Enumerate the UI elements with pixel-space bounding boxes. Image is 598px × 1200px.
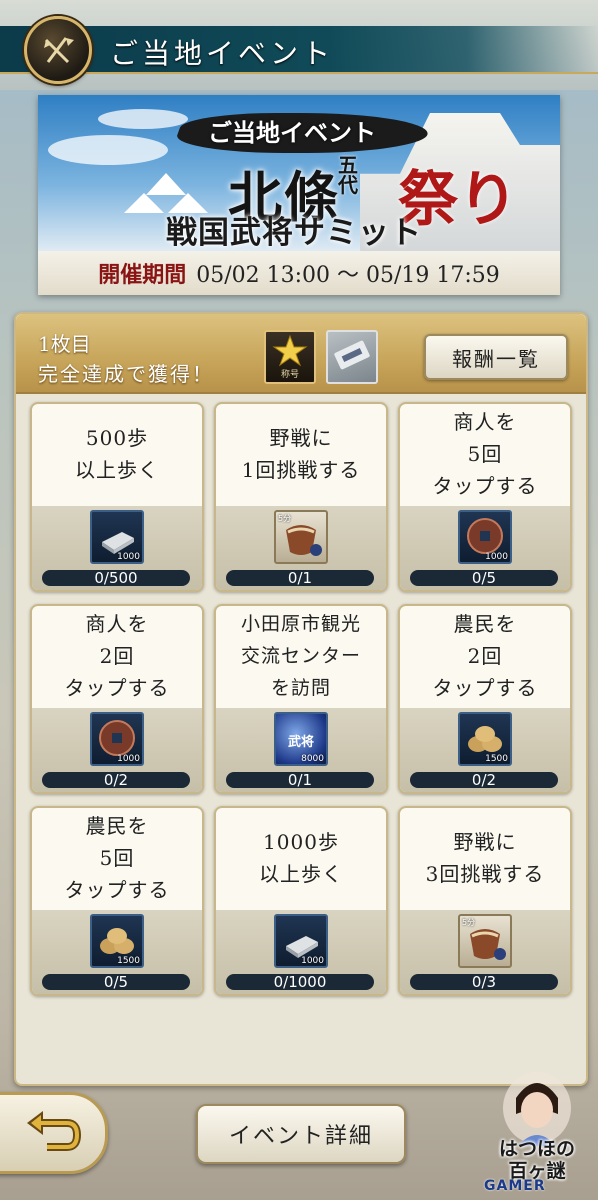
rice-bales-icon: 1500 xyxy=(90,914,144,968)
mission-progress: 0/1 xyxy=(226,772,374,788)
mission-card[interactable]: 商人を 5回 タップする 1000 0/5 xyxy=(398,402,572,592)
coin-icon: 1000 xyxy=(90,712,144,766)
mission-card[interactable]: 500歩 以上歩く 1000 0/500 xyxy=(30,402,204,592)
mission-progress: 0/2 xyxy=(42,772,190,788)
banner-subtitle: ご当地イベント xyxy=(208,118,376,147)
title-badge[interactable]: 称号 xyxy=(264,330,316,384)
mission-progress: 0/5 xyxy=(42,974,190,990)
event-detail-button[interactable]: イベント詳細 xyxy=(196,1104,406,1164)
period-label: 開催期間 xyxy=(98,262,187,288)
header: ご当地イベント xyxy=(0,0,598,90)
mission-progress: 0/1000 xyxy=(226,974,374,990)
silver-ingot-icon: 1000 xyxy=(274,914,328,968)
reward-quantity: 1500 xyxy=(485,754,508,764)
mission-task: 500歩 以上歩く xyxy=(75,426,159,482)
mission-task: 農民を 2回 タップする xyxy=(432,612,538,700)
badge-label: 称号 xyxy=(280,370,299,380)
ticket-icon xyxy=(334,340,370,370)
orb-label: 武将 xyxy=(288,734,314,750)
mission-progress: 0/5 xyxy=(410,570,558,586)
mission-task: 小田原市観光 交流センター を訪問 xyxy=(240,613,361,699)
reward-quantity: 1000 xyxy=(117,552,140,562)
reward-quantity: 1000 xyxy=(485,552,508,562)
mission-task: 商人を 5回 タップする xyxy=(432,410,538,498)
banner-small-text: 五代 xyxy=(338,153,358,197)
caption-line-1: はつほの xyxy=(498,1138,575,1160)
mission-card[interactable]: 農民を 2回 タップする 1500 0/2 xyxy=(398,604,572,794)
event-banner[interactable]: ご当地イベント 北條 五代 祭り 戦国武将サミット 開催期間 05/02 13:… xyxy=(38,95,560,295)
mission-card[interactable]: 小田原市観光 交流センター を訪問 武将 8000 0/1 xyxy=(214,604,388,794)
panel-header: 1枚目 完全達成で獲得！ 称号 報酬一覧 xyxy=(16,314,586,394)
reward-quantity: 8000 xyxy=(301,754,324,764)
rice-sack-icon: 5分 xyxy=(458,914,512,968)
coin-icon: 1000 xyxy=(458,510,512,564)
reward-quantity: 1500 xyxy=(117,956,140,966)
rice-sack-icon: 5分 xyxy=(274,510,328,564)
time-tag: 5分 xyxy=(462,918,476,927)
rice-bales-icon: 1500 xyxy=(458,712,512,766)
character-caption[interactable]: はつほの 百ヶ謎 xyxy=(478,1138,596,1182)
mission-card[interactable]: 野戦に 1回挑戦する 5分 0/1 xyxy=(214,402,388,592)
reward-quantity: 1000 xyxy=(301,956,324,966)
mission-card[interactable]: 商人を 2回 タップする 1000 0/2 xyxy=(30,604,204,794)
mission-progress: 0/3 xyxy=(410,974,558,990)
mission-progress: 0/1 xyxy=(226,570,374,586)
reward-list-button[interactable]: 報酬一覧 xyxy=(424,334,568,380)
complete-label: 完全達成で獲得！ xyxy=(38,362,214,386)
cloud xyxy=(48,135,168,165)
character-icon xyxy=(503,1072,571,1146)
silver-ingot-icon: 1000 xyxy=(90,510,144,564)
watermark: GAMER xyxy=(484,1178,546,1194)
mission-card[interactable]: 1000歩 以上歩く 1000 0/1000 xyxy=(214,806,388,996)
mission-progress: 0/2 xyxy=(410,772,558,788)
mission-task: 商人を 2回 タップする xyxy=(64,612,170,700)
return-arrow-icon xyxy=(27,1111,82,1151)
time-tag: 5分 xyxy=(278,514,292,523)
period-value: 05/02 13:00 ～ 05/19 17:59 xyxy=(196,263,500,288)
reward-quantity: 1000 xyxy=(117,754,140,764)
page-title: ご当地イベント xyxy=(110,37,335,70)
mission-card[interactable]: 農民を 5回 タップする 1500 0/5 xyxy=(30,806,204,996)
event-period: 開催期間 05/02 13:00 ～ 05/19 17:59 xyxy=(38,251,560,295)
mission-progress: 0/500 xyxy=(42,570,190,586)
mission-task: 農民を 5回 タップする xyxy=(64,814,170,902)
banner-summit: 戦国武将サミット xyxy=(166,215,422,251)
ticket-reward[interactable] xyxy=(326,330,378,384)
back-button[interactable] xyxy=(0,1092,108,1174)
mission-task: 野戦に 1回挑戦する xyxy=(241,426,361,482)
mission-card[interactable]: 野戦に 3回挑戦する 5分 0/3 xyxy=(398,806,572,996)
sheet-label: 1枚目 xyxy=(38,332,91,356)
star-icon xyxy=(272,334,308,367)
mission-task: 1000歩 以上歩く xyxy=(259,830,343,886)
crossed-flags-icon xyxy=(24,16,92,84)
cloud xyxy=(98,109,188,129)
busho-orb-icon: 武将 8000 xyxy=(274,712,328,766)
mission-task: 野戦に 3回挑戦する xyxy=(425,830,545,886)
